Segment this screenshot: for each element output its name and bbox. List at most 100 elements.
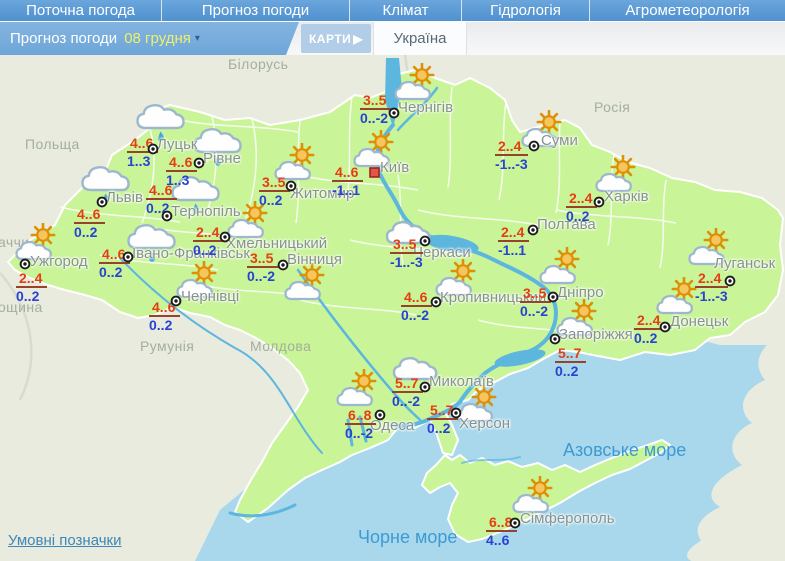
temperature: 6..80..-2 <box>345 408 376 442</box>
temp-night: -1..-3 <box>390 254 423 270</box>
temperature: 2..4-1..-3 <box>695 271 728 305</box>
tab-ukraine[interactable]: Україна <box>373 22 467 55</box>
city-name[interactable]: Донецьк <box>670 313 728 330</box>
city-marker[interactable] <box>527 224 539 236</box>
city-marker[interactable] <box>193 157 205 169</box>
temperature: 4..6-1..1 <box>332 165 363 199</box>
city-marker[interactable] <box>419 235 431 247</box>
temp-night: 0..-2 <box>401 307 432 323</box>
country-label: Польща <box>25 136 80 152</box>
temperature: 5..70..2 <box>555 346 586 380</box>
legend-link[interactable]: Умовні позначки <box>8 532 122 549</box>
city-name[interactable]: Сімферополь <box>520 510 615 527</box>
city-name[interactable]: Ужгород <box>30 253 88 270</box>
city-name[interactable]: Миколаїв <box>429 373 494 390</box>
city-marker[interactable] <box>161 210 173 222</box>
temp-night: 1..3 <box>127 153 158 169</box>
city-marker[interactable] <box>147 143 159 155</box>
city-name[interactable]: Вінниця <box>287 251 342 268</box>
city-marker[interactable] <box>96 196 108 208</box>
temperature: 3..50..-2 <box>247 251 278 285</box>
temp-night: 0..-2 <box>360 110 391 126</box>
city-marker[interactable] <box>430 296 442 308</box>
city-name[interactable]: Луганськ <box>714 255 775 272</box>
country-label: Білорусь <box>228 56 288 72</box>
maps-button[interactable]: КАРТИ ▶ <box>301 24 371 53</box>
temp-night: 0..2 <box>566 208 597 224</box>
nav-tab-current-weather[interactable]: Поточна погода <box>0 0 162 21</box>
city-marker[interactable] <box>547 291 559 303</box>
temp-night: 0..2 <box>193 242 224 258</box>
chevron-down-icon: ▾ <box>195 34 200 44</box>
city-marker[interactable] <box>277 259 289 271</box>
city-marker[interactable] <box>509 517 521 529</box>
temp-night: -1..1 <box>498 242 529 258</box>
city-marker[interactable] <box>19 258 31 270</box>
temp-night: 0..-2 <box>247 268 278 284</box>
city-name[interactable]: Чернігів <box>398 99 453 116</box>
nav-tab-climate[interactable]: Клімат <box>350 0 462 21</box>
city-marker[interactable] <box>122 251 134 263</box>
temp-night: 0..2 <box>74 224 105 240</box>
city-name[interactable]: Суми <box>541 132 578 149</box>
nav-tab-agrometeorology[interactable]: Агрометеорологія <box>590 0 785 21</box>
city-marker[interactable] <box>528 140 540 152</box>
arrow-right-icon: ▶ <box>353 32 363 46</box>
city-marker[interactable] <box>374 409 386 421</box>
city-name[interactable]: Тернопіль <box>171 203 241 220</box>
city-marker[interactable] <box>549 333 561 345</box>
city-marker[interactable] <box>388 107 400 119</box>
date-dropdown[interactable]: 08 грудня ▾ <box>124 30 200 47</box>
city-name[interactable]: Івано-Франківськ <box>132 245 250 262</box>
temp-day: 4..6 <box>146 183 177 200</box>
temp-night: -1..-3 <box>495 156 528 172</box>
temp-day: 2..4 <box>498 225 529 242</box>
temp-day: 6..8 <box>345 408 376 425</box>
temperature: 2..4-1..-3 <box>495 139 528 173</box>
city-marker[interactable] <box>659 321 671 333</box>
temp-night: 0..2 <box>259 192 290 208</box>
city-name[interactable]: Рівне <box>203 150 241 167</box>
forecast-section: Прогноз погоди 08 грудня ▾ <box>0 22 299 55</box>
partly-cloudy-icon <box>335 369 381 412</box>
city-marker[interactable] <box>450 407 462 419</box>
city-name[interactable]: Запоріжжя <box>559 326 633 343</box>
temp-night: -1..1 <box>332 182 363 198</box>
weather-map: БілорусьРосіяПольщааччиощинаРумуніяМолдо… <box>0 55 785 561</box>
temp-day: 3..5 <box>247 251 278 268</box>
temp-night: 0..2 <box>149 317 180 333</box>
maps-button-label: КАРТИ <box>309 32 351 46</box>
temperature: 3..50..-2 <box>360 93 391 127</box>
temperature: 4..60..-2 <box>401 290 432 324</box>
temp-day: 3..5 <box>390 237 423 254</box>
temp-night: -1..-3 <box>695 288 728 304</box>
nav-tab-hydrology[interactable]: Гідрологія <box>462 0 590 21</box>
city-marker[interactable] <box>724 275 736 287</box>
city-marker[interactable] <box>419 381 431 393</box>
temperature: 4..60..2 <box>74 207 105 241</box>
city-marker[interactable] <box>285 180 297 192</box>
city-marker[interactable] <box>170 295 182 307</box>
temp-night: 0..2 <box>555 363 586 379</box>
sub-nav: Прогноз погоди 08 грудня ▾ КАРТИ ▶ Украї… <box>0 22 785 55</box>
city-marker[interactable] <box>219 231 231 243</box>
city-name[interactable]: Львів <box>106 189 143 206</box>
city-name[interactable]: Київ <box>380 159 409 176</box>
temp-day: 3..5 <box>360 93 391 110</box>
temperature: 2..4-1..1 <box>498 225 529 259</box>
nav-tab-forecast[interactable]: Прогноз погоди <box>162 0 350 21</box>
forecast-section-label: Прогноз погоди <box>10 30 117 47</box>
temp-day: 4..6 <box>74 207 105 224</box>
capital-marker[interactable] <box>369 167 380 178</box>
city-name[interactable]: Харків <box>604 188 649 205</box>
city-marker[interactable] <box>593 196 605 208</box>
temp-night: 0..-2 <box>392 393 423 409</box>
main-nav: Поточна погода Прогноз погоди Клімат Гід… <box>0 0 785 22</box>
city-name[interactable]: Чернівці <box>181 288 239 305</box>
temp-day: 2..4 <box>16 271 47 288</box>
temp-day: 2..4 <box>495 139 528 156</box>
city-name[interactable]: Луцьк <box>157 136 197 153</box>
city-name[interactable]: Дніпро <box>557 284 604 301</box>
temp-night: 0..2 <box>16 288 47 304</box>
city-name[interactable]: Херсон <box>459 415 510 432</box>
